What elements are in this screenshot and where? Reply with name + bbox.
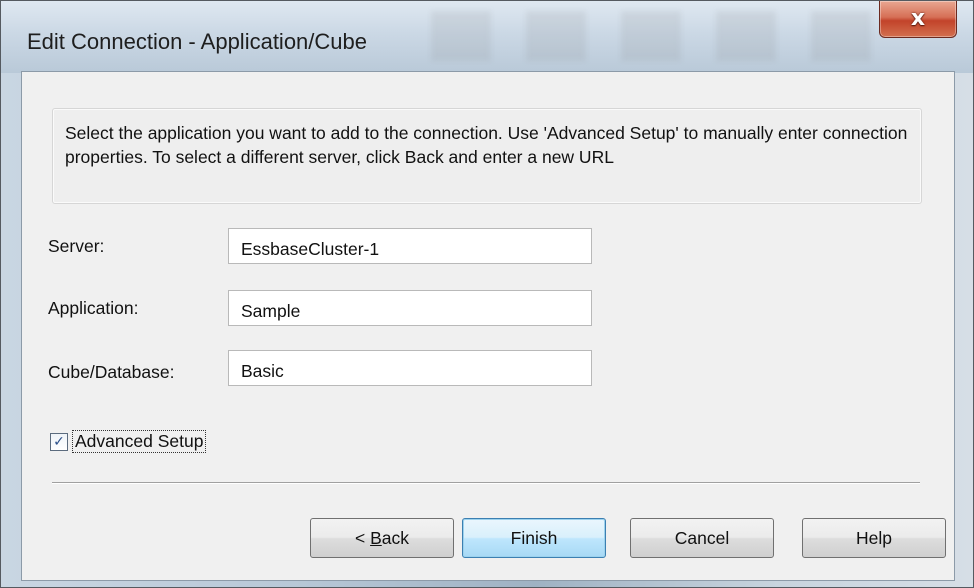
advanced-setup-checkbox[interactable]: ✓: [50, 432, 68, 451]
help-button[interactable]: Help: [802, 518, 946, 558]
back-button[interactable]: < Back: [310, 518, 454, 558]
back-button-prefix: <: [354, 527, 371, 548]
advanced-setup-option[interactable]: ✓ Advanced Setup: [50, 430, 207, 453]
close-icon: x: [910, 6, 926, 31]
cancel-button[interactable]: Cancel: [630, 518, 774, 558]
back-button-mnemonic: B: [370, 527, 382, 548]
server-input[interactable]: [228, 228, 592, 264]
dialog-window: Edit Connection - Application/Cube x Sel…: [0, 0, 974, 588]
cube-database-label: Cube/Database:: [48, 362, 175, 382]
description-text: Select the application you want to add t…: [65, 123, 908, 167]
description-panel: Select the application you want to add t…: [52, 108, 922, 204]
close-button[interactable]: x: [879, 1, 957, 38]
finish-button[interactable]: Finish: [462, 518, 606, 558]
advanced-setup-label[interactable]: Advanced Setup: [72, 430, 207, 453]
dialog-client-area: Select the application you want to add t…: [21, 71, 955, 581]
application-label: Application:: [48, 298, 139, 318]
cube-database-input[interactable]: [228, 350, 592, 386]
title-bar[interactable]: Edit Connection - Application/Cube x: [1, 1, 973, 73]
server-label: Server:: [48, 236, 105, 256]
checkmark-icon: ✓: [53, 433, 65, 450]
application-input[interactable]: [228, 290, 592, 326]
back-button-rest: ack: [381, 527, 409, 548]
separator-line: [52, 482, 920, 484]
window-title: Edit Connection - Application/Cube: [27, 29, 367, 54]
